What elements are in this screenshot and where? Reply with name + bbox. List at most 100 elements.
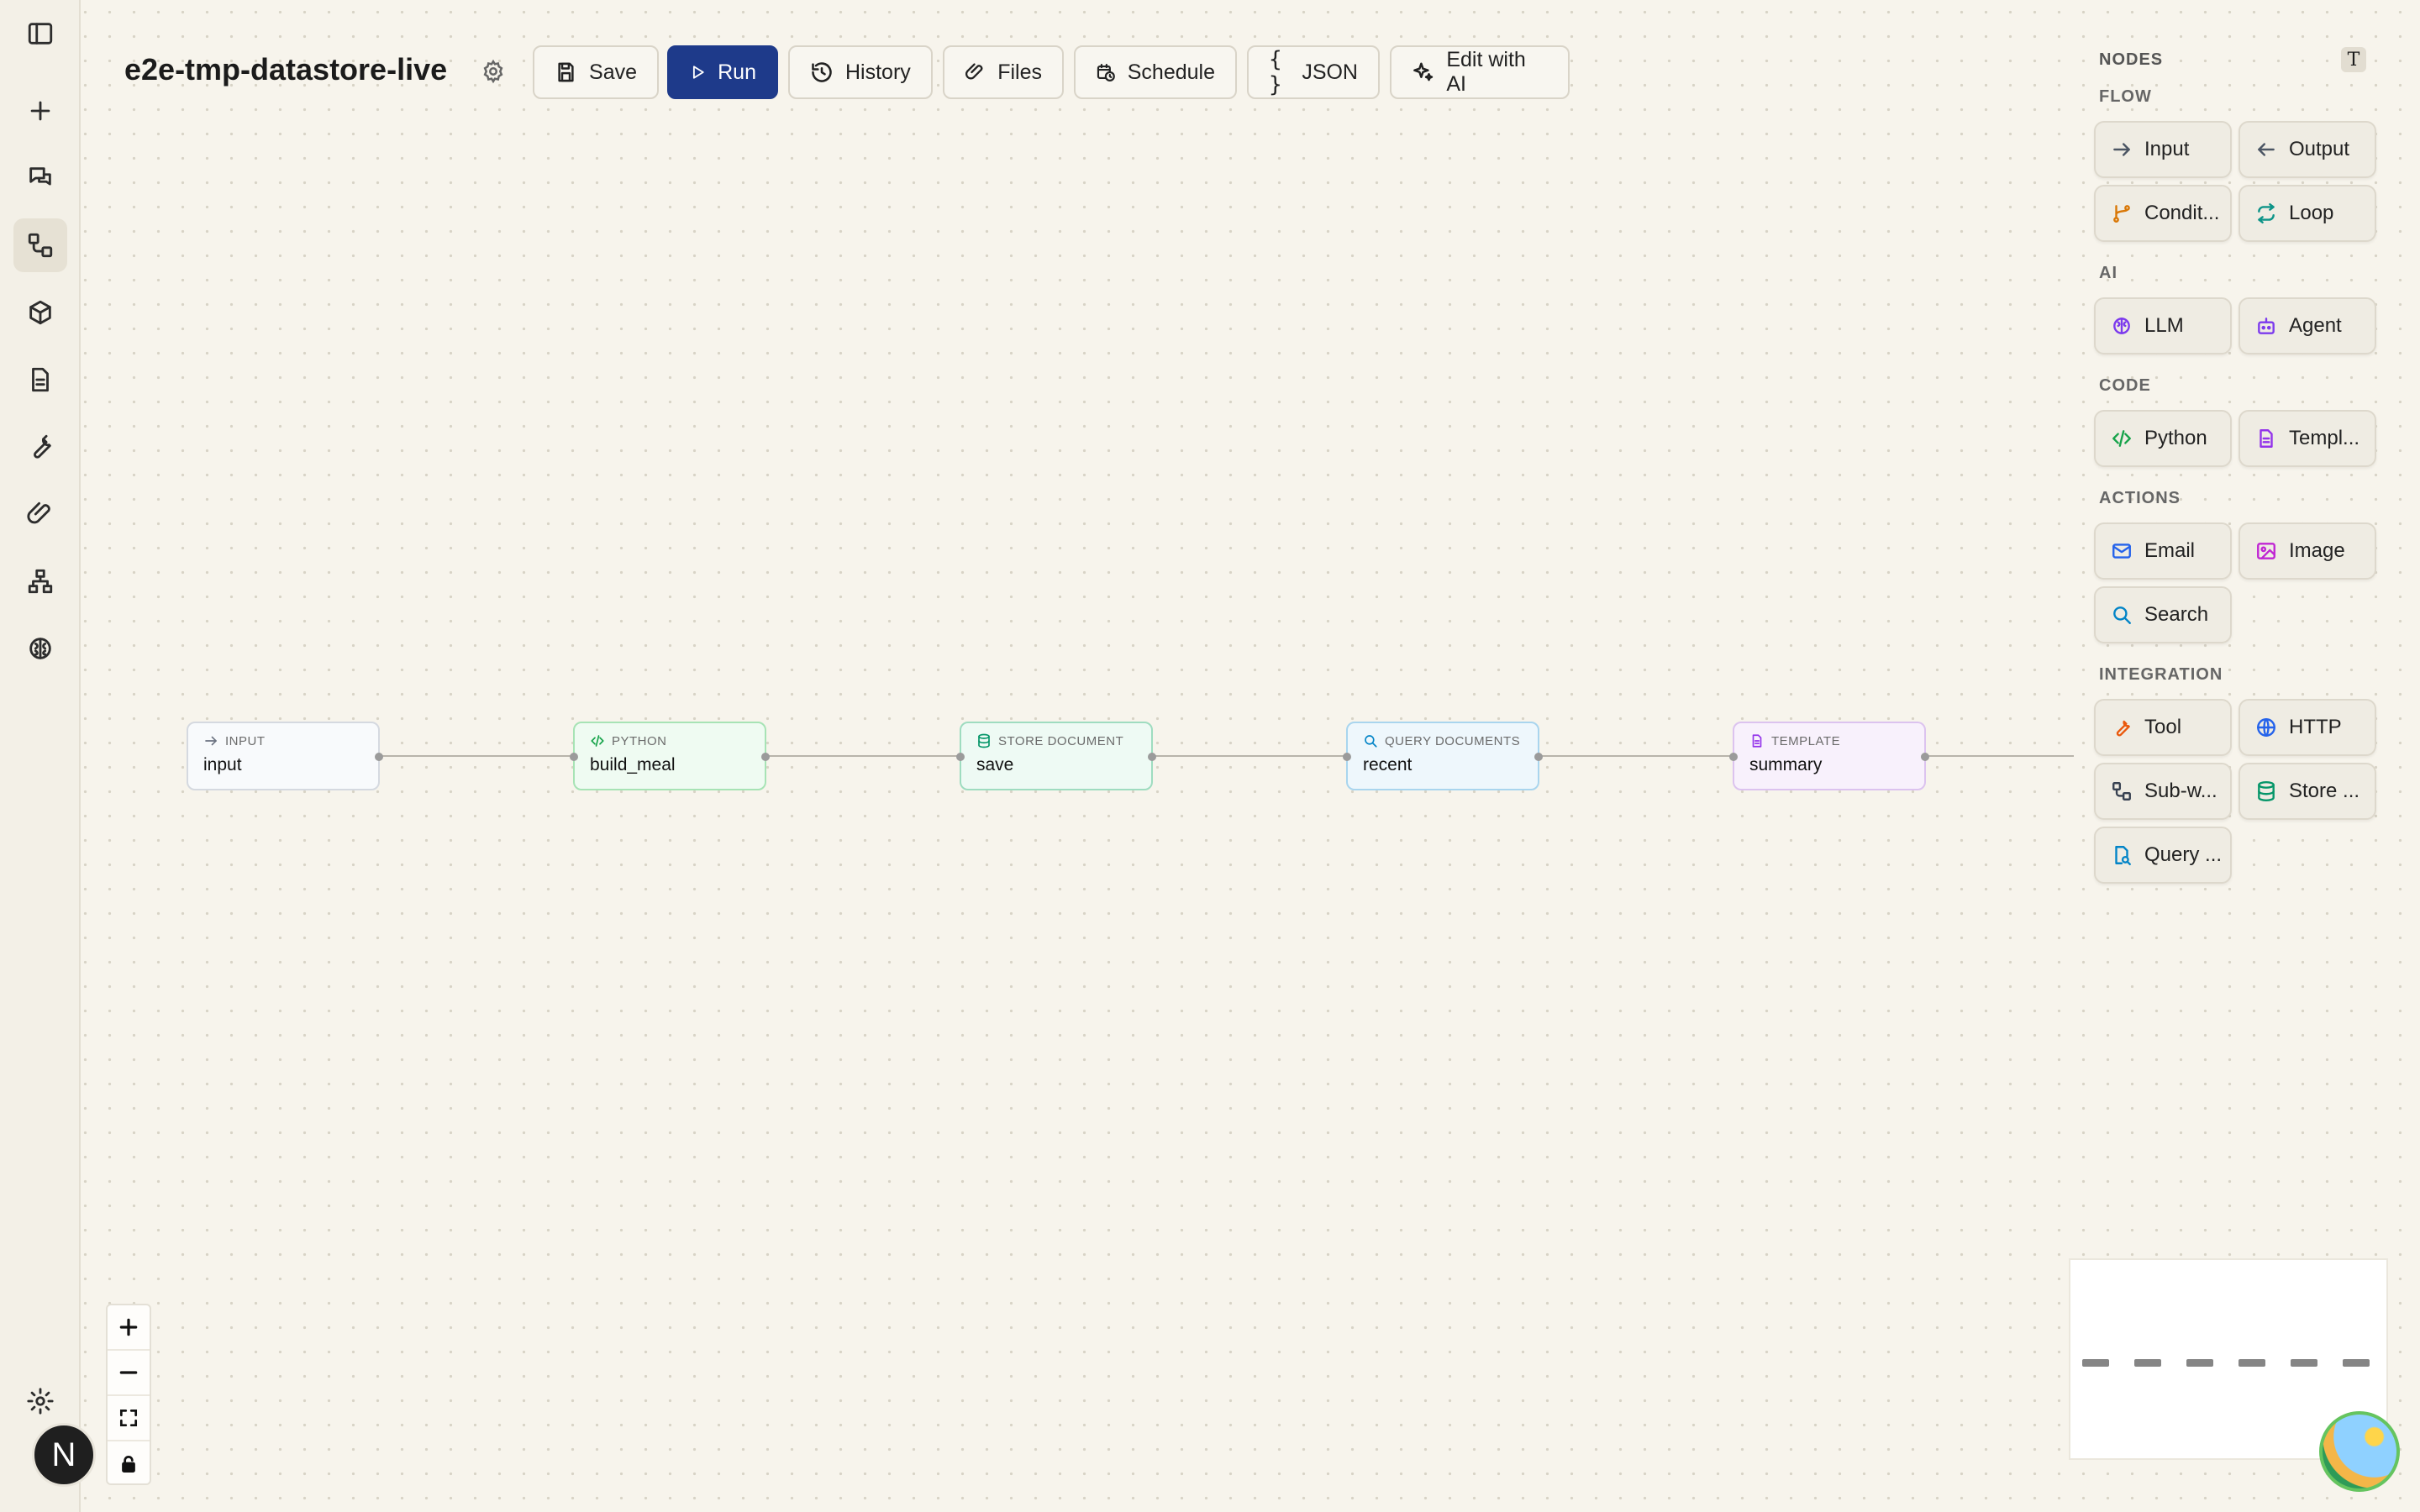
palette-label: Loop	[2289, 202, 2334, 224]
code-icon	[2112, 430, 2131, 447]
edge-save-recent	[1150, 755, 1348, 757]
history-label: History	[845, 60, 911, 84]
fit-view-icon[interactable]	[108, 1396, 150, 1441]
run-button[interactable]: Run	[667, 45, 778, 99]
schedule-button[interactable]: Schedule	[1074, 45, 1237, 99]
edit-with-ai-button[interactable]: Edit with AI	[1390, 45, 1570, 99]
palette-output[interactable]: Output	[2238, 121, 2376, 178]
play-icon	[692, 66, 704, 79]
globe-icon	[2257, 718, 2275, 737]
palette-image[interactable]: Image	[2238, 522, 2376, 580]
palette-template[interactable]: Templ...	[2238, 410, 2376, 467]
document-icon[interactable]	[13, 353, 67, 407]
palette-loop[interactable]: Loop	[2238, 185, 2376, 242]
minimap-node	[2291, 1359, 2317, 1367]
palette-label: Store ...	[2289, 780, 2360, 802]
node-input[interactable]: INPUT input	[187, 722, 383, 790]
text-toggle-icon[interactable]: T	[2341, 47, 2366, 72]
node-handle-out[interactable]	[1921, 753, 1929, 761]
node-handle-out[interactable]	[1148, 753, 1156, 761]
palette-label: LLM	[2144, 314, 2184, 337]
database-icon	[2258, 780, 2275, 802]
palette-label: Condit...	[2144, 202, 2220, 224]
history-icon	[812, 62, 832, 82]
node-python[interactable]: PYTHON build_meal	[570, 722, 770, 790]
brain-icon	[2113, 318, 2130, 334]
file-search-icon	[2115, 846, 2131, 866]
node-name: save	[976, 755, 1014, 774]
minimap-node	[2343, 1359, 2370, 1367]
files-label: Files	[997, 60, 1042, 84]
zoom-in-icon[interactable]	[108, 1305, 150, 1351]
run-label: Run	[718, 60, 756, 84]
palette-subworkflow[interactable]: Sub-w...	[2094, 763, 2232, 820]
palette-label: Input	[2144, 138, 2190, 160]
file-icon	[2260, 429, 2273, 448]
palette-label: Agent	[2289, 314, 2342, 337]
branch-icon	[2113, 205, 2130, 223]
files-button[interactable]: Files	[943, 45, 1064, 99]
node-name: recent	[1363, 755, 1413, 774]
workflow-settings-gear-icon[interactable]	[481, 59, 506, 84]
node-handle-in[interactable]	[956, 753, 965, 761]
palette-email[interactable]: Email	[2094, 522, 2232, 580]
palette-agent[interactable]: Agent	[2238, 297, 2376, 354]
node-name: input	[203, 755, 242, 774]
wrench-icon[interactable]	[13, 420, 67, 474]
arrow-left-icon	[2258, 143, 2275, 156]
chat-icon[interactable]	[13, 151, 67, 205]
node-handle-out[interactable]	[375, 753, 383, 761]
node-template[interactable]: TEMPLATE summary	[1729, 722, 1929, 790]
workflow-title: e2e-tmp-datastore-live	[124, 52, 448, 87]
save-button[interactable]: Save	[533, 45, 659, 99]
palette-http[interactable]: HTTP	[2238, 699, 2376, 756]
box-icon[interactable]	[13, 286, 67, 339]
node-handle-in[interactable]	[570, 753, 578, 761]
palette-query-documents[interactable]: Query ...	[2094, 827, 2232, 884]
file-icon	[1752, 734, 1762, 748]
brain-icon[interactable]	[13, 622, 67, 675]
code-icon	[591, 735, 604, 747]
assistant-logo-icon[interactable]	[2319, 1411, 2400, 1492]
settings-icon[interactable]	[13, 1374, 67, 1428]
left-rail: N	[0, 0, 96, 1512]
json-button[interactable]: { } JSON	[1247, 45, 1380, 99]
node-kind: QUERY DOCUMENTS	[1385, 733, 1521, 748]
section-flow: FLOW	[2099, 87, 2152, 106]
node-handle-out[interactable]	[761, 753, 770, 761]
new-icon[interactable]	[13, 84, 67, 138]
zoom-out-icon[interactable]	[108, 1351, 150, 1396]
database-icon	[978, 733, 990, 748]
minimap-node	[2134, 1359, 2161, 1367]
braces-icon: { }	[1269, 47, 1282, 97]
toggle-sidebar-icon[interactable]	[13, 7, 67, 60]
node-handle-in[interactable]	[1729, 753, 1738, 761]
zoom-controls	[106, 1304, 151, 1485]
hierarchy-icon[interactable]	[13, 554, 67, 608]
section-ai: AI	[2099, 264, 2118, 282]
node-query-documents[interactable]: QUERY DOCUMENTS recent	[1343, 722, 1543, 790]
node-handle-in[interactable]	[1343, 753, 1351, 761]
minimap-node	[2082, 1359, 2109, 1367]
palette-label: Query ...	[2144, 843, 2223, 866]
palette-llm[interactable]: LLM	[2094, 297, 2232, 354]
palette-label: Email	[2144, 539, 2196, 562]
node-handle-out[interactable]	[1534, 753, 1543, 761]
user-avatar[interactable]: N	[32, 1423, 96, 1487]
history-button[interactable]: History	[788, 45, 933, 99]
paperclip-icon[interactable]	[13, 487, 67, 541]
lock-icon[interactable]	[108, 1441, 150, 1487]
palette-search[interactable]: Search	[2094, 586, 2232, 643]
edge-input-build-meal	[376, 755, 575, 757]
palette-label: HTTP	[2289, 716, 2342, 738]
palette-input[interactable]: Input	[2094, 121, 2232, 178]
section-actions: ACTIONS	[2099, 489, 2181, 507]
workflow-icon[interactable]	[13, 218, 67, 272]
node-kind: TEMPLATE	[1771, 733, 1841, 748]
palette-condition[interactable]: Condit...	[2094, 185, 2232, 242]
paperclip-icon	[965, 63, 983, 80]
palette-tool[interactable]: Tool	[2094, 699, 2232, 756]
palette-store-document[interactable]: Store ...	[2238, 763, 2376, 820]
palette-python[interactable]: Python	[2094, 410, 2232, 467]
node-store-document[interactable]: STORE DOCUMENT save	[956, 722, 1156, 790]
